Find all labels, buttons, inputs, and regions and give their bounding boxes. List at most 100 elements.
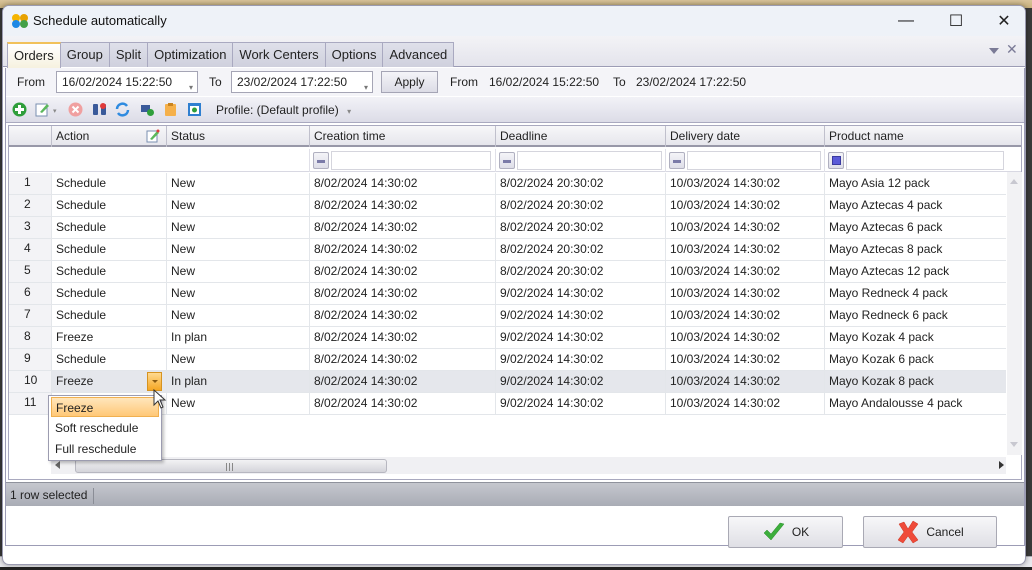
minimize-button[interactable]: — xyxy=(883,6,929,36)
cell-creation-time: 8/02/2024 14:30:02 xyxy=(309,195,495,216)
row-number[interactable]: 4 xyxy=(9,239,51,260)
from-date-picker[interactable]: 16/02/2024 15:22:50 ▾ xyxy=(56,71,198,93)
table-row[interactable]: 6 Schedule New 8/02/2024 14:30:02 9/02/2024 … xyxy=(9,283,1006,305)
filter-operator-equals-button[interactable] xyxy=(669,152,685,169)
filter-deadline-input[interactable] xyxy=(517,151,662,170)
horizontal-scroll-thumb[interactable] xyxy=(75,459,387,473)
clipboard-icon[interactable] xyxy=(163,102,178,117)
column-header-deadline[interactable]: Deadline xyxy=(495,126,665,147)
row-number[interactable]: 5 xyxy=(9,261,51,282)
row-number[interactable]: 10 xyxy=(9,371,51,392)
filter-creation-time-input[interactable] xyxy=(331,151,491,170)
cell-status: New xyxy=(166,239,309,260)
cell-delivery-date: 10/03/2024 14:30:02 xyxy=(665,195,824,216)
filter-operator-contains-button[interactable] xyxy=(828,152,844,169)
to-label: To xyxy=(209,75,222,89)
scroll-right-icon[interactable] xyxy=(999,461,1004,469)
selection-status: 1 row selected xyxy=(10,488,95,504)
scroll-down-icon[interactable] xyxy=(1010,442,1018,447)
table-row[interactable]: 8 Freeze In plan 8/02/2024 14:30:02 9/02/202… xyxy=(9,327,1006,349)
dropdown-option-soft-reschedule[interactable]: Soft reschedule xyxy=(51,418,159,438)
column-header-delivery-date[interactable]: Delivery date xyxy=(665,126,824,147)
filter-product-name-input[interactable] xyxy=(846,151,1004,170)
cell-action[interactable]: Freeze xyxy=(51,327,166,348)
tab-list-dropdown-icon[interactable] xyxy=(989,48,999,54)
cell-status: In plan xyxy=(166,327,309,348)
chevron-down-icon[interactable]: ▾ xyxy=(53,107,57,115)
row-number[interactable]: 8 xyxy=(9,327,51,348)
filter-delivery-date-input[interactable] xyxy=(687,151,821,170)
cell-action[interactable]: Schedule xyxy=(51,239,166,260)
edit-column-icon[interactable] xyxy=(146,129,160,143)
dropdown-option-freeze[interactable]: Freeze xyxy=(51,397,159,417)
profile-selector[interactable]: Profile: (Default profile) ▾ xyxy=(216,103,351,117)
filter-deadline xyxy=(495,149,665,172)
tab-group[interactable]: Group xyxy=(59,42,110,67)
cell-action[interactable]: Schedule xyxy=(51,173,166,194)
maximize-button[interactable]: ☐ xyxy=(933,6,979,36)
horizontal-scrollbar[interactable] xyxy=(51,457,1006,474)
tab-close-icon[interactable]: ✕ xyxy=(1006,41,1018,58)
vertical-scrollbar[interactable] xyxy=(1007,172,1022,455)
cell-action[interactable]: Schedule xyxy=(51,283,166,304)
cell-action[interactable]: Schedule xyxy=(51,195,166,216)
chevron-down-icon[interactable]: ▾ xyxy=(347,107,351,116)
profile-window-icon[interactable] xyxy=(187,102,202,117)
tab-split[interactable]: Split xyxy=(108,42,149,67)
date-filter-row: From 16/02/2024 15:22:50 ▾ To 23/02/2024… xyxy=(6,68,1024,96)
table-row[interactable]: 7 Schedule New 8/02/2024 14:30:02 9/02/2024 … xyxy=(9,305,1006,327)
chevron-down-icon[interactable]: ▾ xyxy=(189,78,193,98)
refresh-icon[interactable] xyxy=(115,102,130,117)
scroll-up-icon[interactable] xyxy=(1010,179,1018,184)
ok-button[interactable]: OK xyxy=(728,516,843,548)
column-header-product-name[interactable]: Product name xyxy=(824,126,1007,147)
close-button[interactable]: ✕ xyxy=(981,6,1025,36)
cell-product-name: Mayo Kozak 8 pack xyxy=(824,371,1007,392)
row-number[interactable]: 11 xyxy=(9,393,51,414)
cell-status: New xyxy=(166,195,309,216)
cell-status: New xyxy=(166,173,309,194)
scroll-left-icon[interactable] xyxy=(55,461,60,469)
table-row[interactable]: 3 Schedule New 8/02/2024 14:30:02 8/02/2024 … xyxy=(9,217,1006,239)
tab-advanced[interactable]: Advanced xyxy=(382,42,455,67)
cell-action[interactable]: Schedule xyxy=(51,261,166,282)
cell-action[interactable]: Schedule xyxy=(51,305,166,326)
table-row[interactable]: 1 Schedule New 8/02/2024 14:30:02 8/02/2024 … xyxy=(9,173,1006,195)
delete-icon[interactable] xyxy=(68,102,83,117)
cell-status: In plan xyxy=(166,371,309,392)
cancel-button[interactable]: Cancel xyxy=(863,516,997,548)
cell-action[interactable]: Schedule xyxy=(51,217,166,238)
binoculars-icon[interactable] xyxy=(92,102,107,117)
tab-options[interactable]: Options xyxy=(324,42,384,67)
filter-operator-equals-button[interactable] xyxy=(499,152,515,169)
tab-orders[interactable]: Orders xyxy=(7,42,61,68)
edit-icon[interactable] xyxy=(35,102,50,117)
chevron-down-icon[interactable]: ▾ xyxy=(364,78,368,98)
cell-status: New xyxy=(166,283,309,304)
column-header-status[interactable]: Status xyxy=(166,126,309,147)
filter-operator-equals-button[interactable] xyxy=(313,152,329,169)
to-date-picker[interactable]: 23/02/2024 17:22:50 ▾ xyxy=(231,71,373,93)
apply-button[interactable]: Apply xyxy=(381,71,438,93)
column-header-action[interactable]: Action xyxy=(51,126,166,147)
row-number[interactable]: 2 xyxy=(9,195,51,216)
tab-work-centers[interactable]: Work Centers xyxy=(232,42,326,67)
cell-action[interactable]: Schedule xyxy=(51,349,166,370)
action-dropdown-list: Freeze Soft reschedule Full reschedule xyxy=(48,395,162,461)
cell-status: New xyxy=(166,393,309,414)
row-number[interactable]: 3 xyxy=(9,217,51,238)
row-number[interactable]: 6 xyxy=(9,283,51,304)
column-header-creation-time[interactable]: Creation time xyxy=(309,126,495,147)
add-grid-icon[interactable] xyxy=(140,102,155,117)
applied-to-label: To xyxy=(613,75,626,89)
row-number[interactable]: 9 xyxy=(9,349,51,370)
tab-optimization[interactable]: Optimization xyxy=(147,42,234,67)
table-row[interactable]: 2 Schedule New 8/02/2024 14:30:02 8/02/2024 … xyxy=(9,195,1006,217)
row-number[interactable]: 7 xyxy=(9,305,51,326)
row-number[interactable]: 1 xyxy=(9,173,51,194)
table-row[interactable]: 4 Schedule New 8/02/2024 14:30:02 8/02/2024 … xyxy=(9,239,1006,261)
add-icon[interactable] xyxy=(12,102,27,117)
table-row[interactable]: 5 Schedule New 8/02/2024 14:30:02 8/02/2024 … xyxy=(9,261,1006,283)
table-row[interactable]: 9 Schedule New 8/02/2024 14:30:02 9/02/2024 … xyxy=(9,349,1006,371)
dropdown-option-full-reschedule[interactable]: Full reschedule xyxy=(51,439,159,459)
